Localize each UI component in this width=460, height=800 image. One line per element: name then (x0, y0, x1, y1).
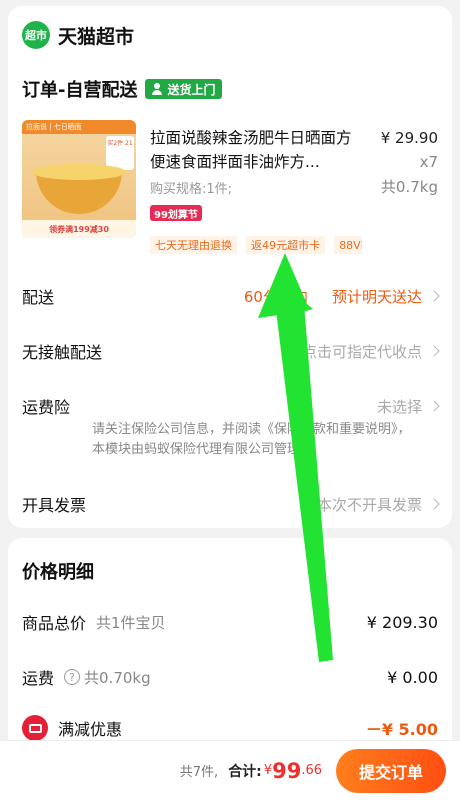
store-name: 天猫超市 (58, 25, 135, 48)
quantity: x7 (419, 153, 438, 171)
tag-cashback: 返49元超市卡 (246, 236, 326, 254)
goods-total-value: ¥ 209.30 (366, 612, 438, 632)
invoice-value: 本次不开具发票 (316, 495, 422, 514)
insurance-label: 运费险 (22, 398, 71, 417)
person-icon (151, 83, 163, 95)
goods-total-row: 商品总价 共1件宝贝 ¥ 209.30 (22, 608, 438, 636)
invoice-row[interactable]: 开具发票 本次不开具发票 (22, 490, 440, 518)
goods-total-label: 商品总价 (22, 614, 87, 633)
submit-order-button[interactable]: 提交订单 (336, 748, 446, 793)
chevron-right-icon (428, 345, 440, 357)
noodle-graphic (32, 164, 126, 180)
store-logo: 超市 (22, 21, 50, 49)
goods-total-sub: 共1件宝贝 (96, 613, 166, 632)
tag-vip: 88VIP (334, 236, 362, 254)
product-title[interactable]: 拉面说酸辣金汤肥牛日晒面方便速食面拌面非油炸方... (150, 126, 360, 174)
discount-row[interactable]: 满减优惠 －¥ 5.00 (22, 714, 438, 742)
product-price-column: ¥ 29.90 x7 共0.7kg (381, 126, 438, 200)
product-weight: 共0.7kg (380, 178, 438, 196)
total-currency: ¥ (263, 763, 273, 778)
shipping-label: 运费 (22, 669, 55, 688)
contactless-value: 点击可指定代收点 (301, 342, 422, 361)
order-card: 超市 天猫超市 订单-自营配送 送货上门 拉面说 | 七日晒面 买2件 21 领… (8, 6, 452, 528)
unit-price: ¥ 29.90 (380, 129, 438, 147)
product-image-top-banner: 拉面说 | 七日晒面 (22, 120, 136, 134)
insurance-note[interactable]: 请关注保险公司信息，并阅读《保险条款和重要说明》，本模块由蚂蚁保险代理有限公司管… (92, 420, 412, 460)
service-tags: 七天无理由退换 返49元超市卡 88VIP (150, 234, 362, 254)
chevron-right-icon (428, 290, 440, 302)
total-label: 合计: (228, 763, 262, 780)
delivery-time: 60分钟内 (243, 287, 308, 306)
product-image-promo-tag: 买2件 21 (106, 136, 134, 170)
shipping-row: 运费 ? 共0.70kg ¥ 0.00 (22, 663, 438, 691)
tag-return: 七天无理由退换 (150, 236, 237, 254)
price-detail-title: 价格明细 (22, 562, 94, 583)
product-image[interactable]: 拉面说 | 七日晒面 买2件 21 领券满199减30 (22, 120, 136, 238)
chevron-right-icon (428, 400, 440, 412)
delivery-badge-label: 送货上门 (167, 82, 216, 97)
checkout-bar: 共7件, 合计: ¥ 99 .66 提交订单 (0, 740, 460, 800)
coupon-icon (22, 715, 48, 741)
product-spec: 购买规格:1件; (150, 182, 233, 197)
shipping-value: ¥ 0.00 (387, 667, 438, 687)
total-decimal: .66 (301, 763, 322, 778)
contactless-row[interactable]: 无接触配送 点击可指定代收点 (22, 337, 440, 365)
invoice-label: 开具发票 (22, 496, 87, 515)
discount-label: 满减优惠 (58, 720, 123, 739)
chevron-right-icon (428, 498, 440, 510)
shipping-sub: 共0.70kg (84, 668, 151, 687)
insurance-row[interactable]: 运费险 未选择 (22, 392, 440, 420)
delivery-row[interactable]: 配送 60分钟内 预计明天送达 (22, 282, 440, 310)
product-image-coupon-strip: 领券满199减30 (22, 220, 136, 238)
contactless-label: 无接触配送 (22, 343, 103, 362)
insurance-value: 未选择 (376, 397, 422, 416)
delivery-badge: 送货上门 (145, 79, 222, 99)
help-icon[interactable]: ? (64, 669, 81, 685)
delivery-estimate: 预计明天送达 (331, 287, 422, 306)
delivery-label: 配送 (22, 288, 55, 307)
total-integer: 99 (272, 758, 302, 783)
order-header: 订单-自营配送 送货上门 (22, 76, 222, 102)
store-header[interactable]: 超市 天猫超市 (22, 20, 134, 50)
festival-badge: 99划算节 (150, 205, 202, 221)
order-title: 订单-自营配送 (22, 80, 138, 101)
item-count: 共7件, (179, 765, 219, 780)
discount-value: －¥ 5.00 (365, 720, 438, 739)
